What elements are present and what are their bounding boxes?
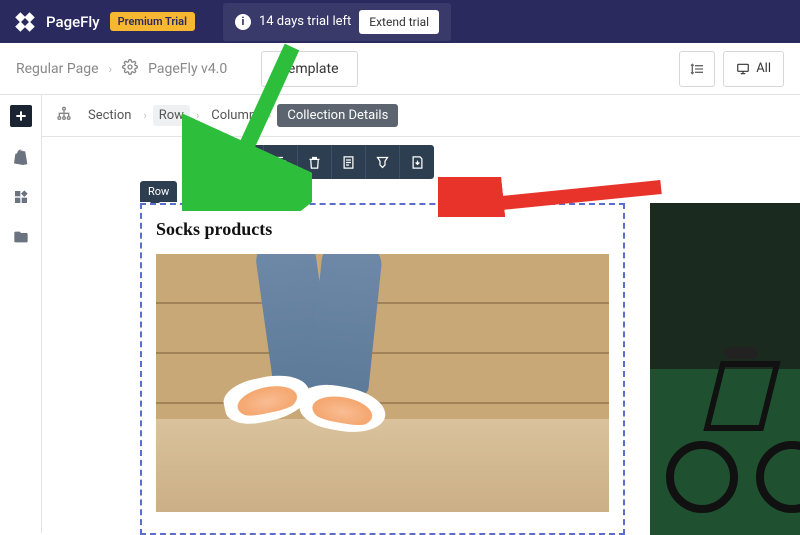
chevron-right-icon: › — [109, 62, 113, 76]
image-floor — [156, 419, 609, 512]
extend-trial-button[interactable]: Extend trial — [359, 10, 439, 34]
chevron-right-icon: › — [196, 109, 199, 122]
brand-name: PageFly — [46, 13, 100, 31]
trial-info: i 14 days trial left Extend trial — [223, 3, 451, 41]
canvas: Row Socks products — [42, 137, 800, 147]
pagefly-logo-icon — [14, 11, 36, 33]
subbar-right: All — [679, 51, 784, 87]
viewport-all-button[interactable]: All — [723, 51, 784, 87]
trial-text: 14 days trial left — [259, 14, 351, 29]
sidebar — [0, 95, 42, 533]
duplicate-icon[interactable] — [264, 145, 298, 179]
chevron-right-icon: › — [268, 109, 271, 122]
move-icon[interactable] — [230, 145, 264, 179]
breadcrumb-page-name[interactable]: PageFly v4.0 — [148, 61, 227, 77]
folder-icon[interactable] — [11, 227, 31, 247]
row-selection-label: Row — [140, 181, 177, 202]
element-path-bar: Section › Row › Column › Collection Deta… — [42, 95, 800, 137]
visibility-icon[interactable] — [366, 145, 400, 179]
body: Section › Row › Column › Collection Deta… — [0, 95, 800, 533]
element-toolbar — [230, 145, 434, 179]
viewport-all-label: All — [756, 61, 771, 76]
tree-icon[interactable] — [56, 106, 72, 126]
info-icon: i — [235, 14, 251, 30]
breadcrumb-page-type[interactable]: Regular Page — [16, 61, 99, 77]
gear-icon[interactable] — [122, 59, 138, 79]
trial-badge: Premium Trial — [110, 12, 195, 31]
row-element[interactable]: Socks products — [140, 203, 625, 535]
sub-bar: Regular Page › PageFly v4.0 Template All — [0, 43, 800, 95]
main-area: Section › Row › Column › Collection Deta… — [42, 95, 800, 533]
path-column[interactable]: Column — [205, 105, 262, 126]
top-bar: PageFly Premium Trial i 14 days trial le… — [0, 0, 800, 43]
collection-title[interactable]: Socks products — [156, 219, 609, 240]
path-row[interactable]: Row — [153, 105, 190, 126]
delete-icon[interactable] — [298, 145, 332, 179]
save-block-icon[interactable] — [400, 145, 434, 179]
path-collection-details[interactable]: Collection Details — [277, 104, 398, 127]
path-section[interactable]: Section — [82, 105, 137, 126]
apps-icon[interactable] — [11, 187, 31, 207]
template-button[interactable]: Template — [261, 51, 357, 87]
template-wrap: Template — [261, 51, 357, 87]
chevron-right-icon: › — [143, 109, 146, 122]
secondary-image[interactable] — [650, 203, 800, 535]
exercise-bike — [662, 311, 800, 521]
shopify-icon[interactable] — [11, 147, 31, 167]
collection-image[interactable] — [156, 254, 609, 512]
line-height-button[interactable] — [679, 51, 715, 87]
copy-style-icon[interactable] — [332, 145, 366, 179]
add-element-button[interactable] — [10, 105, 32, 127]
